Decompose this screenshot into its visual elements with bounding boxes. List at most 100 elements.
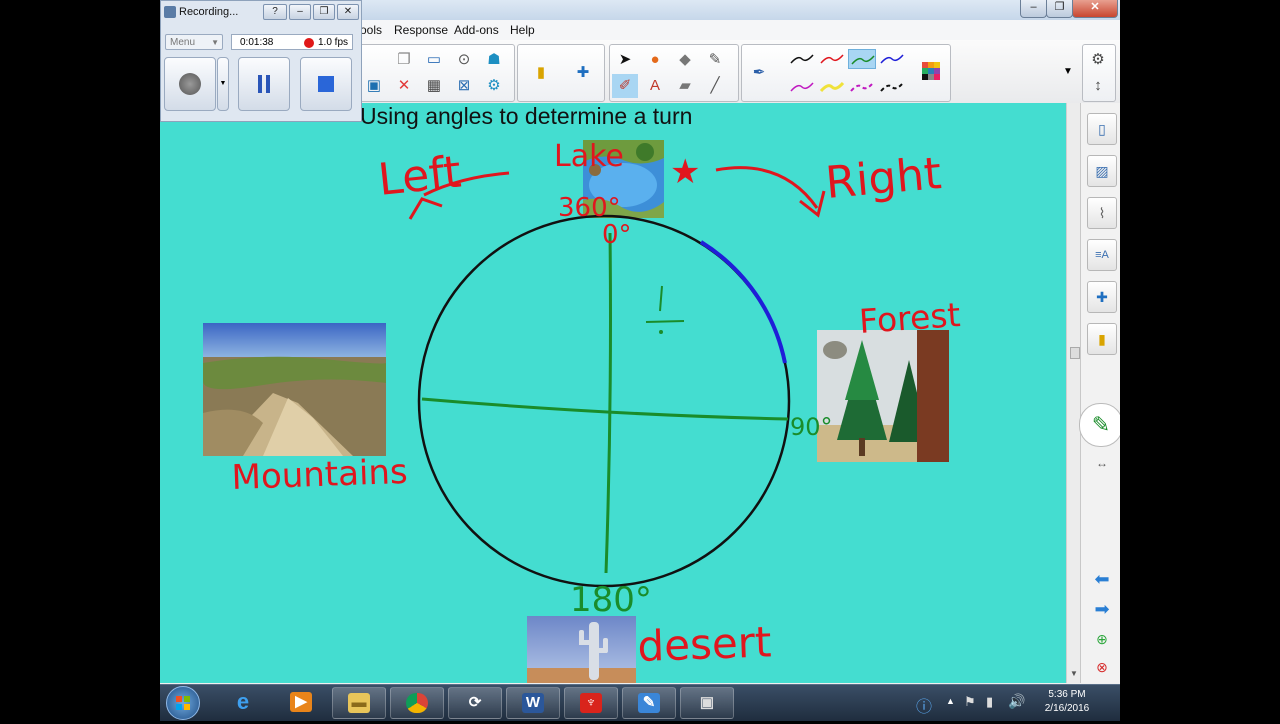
- stop-button[interactable]: [300, 57, 352, 111]
- degree-0-label: 0°: [602, 220, 632, 250]
- start-button[interactable]: [166, 686, 200, 720]
- attachments-tab[interactable]: ⌇: [1087, 197, 1117, 229]
- highlighter-icon[interactable]: ▰: [672, 74, 698, 98]
- recorder-minimize-button[interactable]: –: [289, 4, 311, 20]
- volume-icon[interactable]: 🔊: [1008, 693, 1025, 710]
- chevron-down-icon: ▼: [211, 38, 219, 47]
- page-sorter-tab[interactable]: ▯: [1087, 113, 1117, 145]
- addons-tab[interactable]: ✚: [1087, 281, 1117, 313]
- pen-tray-icon[interactable]: ✎: [1079, 403, 1120, 447]
- paste-icon[interactable]: ❐: [391, 48, 417, 72]
- side-tab-panel: ▯ ▨ ⌇ ≡A ✚ ▮ ✎ ↔ ⬅ ➡ ⊕ ⊗: [1079, 103, 1120, 683]
- toolbar-group-settings: ⚙ ↕: [1082, 44, 1116, 102]
- shapes-icon[interactable]: ●: [642, 48, 668, 72]
- pens-icon[interactable]: ✐: [612, 74, 638, 98]
- scroll-thumb-grip[interactable]: [1070, 347, 1080, 359]
- toolbar-group-addons: ▮ ✚: [517, 44, 605, 102]
- resize-panel-icon[interactable]: ↔: [1089, 453, 1115, 473]
- creative-pen-icon[interactable]: ✒: [746, 61, 772, 85]
- scroll-down-icon[interactable]: ▼: [1070, 669, 1078, 678]
- settings-gear-icon[interactable]: ⚙: [1085, 48, 1111, 72]
- pen-blue[interactable]: [878, 49, 906, 69]
- pen-black-dashed[interactable]: [878, 77, 906, 97]
- gallery-icon[interactable]: ▮: [528, 61, 554, 85]
- capture-icon[interactable]: ⊙: [451, 48, 477, 72]
- pen-green-selected[interactable]: [848, 49, 876, 69]
- recording-dot-icon: [304, 38, 314, 48]
- close-button[interactable]: ✕: [1072, 0, 1118, 18]
- notebook-file-taskbar-button[interactable]: ✎: [622, 687, 676, 719]
- delete-icon[interactable]: ✕: [391, 74, 417, 98]
- line-icon[interactable]: ╱: [702, 74, 728, 98]
- recorder-fps: 1.0 fps: [318, 37, 349, 48]
- vertical-scrollbar[interactable]: ▼: [1066, 103, 1081, 683]
- network-icon[interactable]: ▮: [986, 694, 993, 710]
- file-explorer-taskbar-button[interactable]: ▬: [332, 687, 386, 719]
- text-icon[interactable]: A: [642, 74, 668, 98]
- maximize-button[interactable]: ❐: [1046, 0, 1073, 18]
- properties-tab[interactable]: ≡A: [1087, 239, 1117, 271]
- screen-shade-icon[interactable]: ▭: [421, 48, 447, 72]
- menu-help[interactable]: Help: [510, 23, 535, 37]
- recorder-taskbar-button[interactable]: ▣: [680, 687, 734, 719]
- media-player-icon[interactable]: ▶: [284, 687, 318, 719]
- acrobat-taskbar-button[interactable]: ♆: [564, 687, 618, 719]
- toolbar-group-page: ❐ ▭ ⊙ ☗ ▣ ✕ ▦ ⊠ ⚙: [358, 44, 515, 102]
- pen-yellow-highlighter[interactable]: [818, 77, 846, 97]
- whiteboard-canvas[interactable]: Using angles to determine a turn Left Ri…: [160, 103, 1066, 683]
- fill-icon[interactable]: ✎: [702, 48, 728, 72]
- move-toolbar-icon[interactable]: ↕: [1085, 74, 1111, 98]
- pen-magenta[interactable]: [788, 77, 816, 97]
- recorder-menu-label: Menu: [170, 37, 196, 48]
- delete-page-icon[interactable]: ⊗: [1089, 657, 1115, 677]
- previous-page-icon[interactable]: ⬅: [1089, 569, 1115, 589]
- document-camera-icon[interactable]: ☗: [481, 48, 507, 72]
- camera-icon[interactable]: ⚙: [481, 74, 507, 98]
- right-arrow: [715, 166, 826, 218]
- angle-circle: [417, 214, 791, 588]
- menu-response[interactable]: Response: [394, 23, 448, 37]
- menu-addons[interactable]: Add-ons: [454, 23, 499, 37]
- recorder-help-button[interactable]: ?: [263, 4, 287, 20]
- table-icon[interactable]: ▦: [421, 74, 447, 98]
- recorder-close-button[interactable]: ✕: [337, 4, 359, 20]
- smart-notebook-taskbar-button[interactable]: ⟳: [448, 687, 502, 719]
- pen-red[interactable]: [818, 49, 846, 69]
- eraser-icon[interactable]: ◆: [672, 48, 698, 72]
- next-page-icon[interactable]: ➡: [1089, 599, 1115, 619]
- info-tray-icon[interactable]: ⓘ: [916, 693, 932, 717]
- add-page-icon[interactable]: ⊕: [1089, 629, 1115, 649]
- recorder-menu-dropdown[interactable]: Menu ▼: [165, 34, 223, 50]
- toolbar-dropdown-icon[interactable]: ▼: [1055, 60, 1081, 84]
- toolbar-group-pens: ✒: [741, 44, 951, 102]
- system-clock[interactable]: 5:36 PM 2/16/2016: [1030, 688, 1104, 716]
- gallery-tab[interactable]: ▨: [1087, 155, 1117, 187]
- recorder-elapsed-time: 0:01:38: [240, 37, 274, 48]
- record-options-button[interactable]: ▼: [217, 57, 229, 111]
- degree-360-label: 360°: [558, 193, 621, 223]
- mountains-label: Mountains: [231, 452, 408, 498]
- pen-magenta-dashed[interactable]: [848, 77, 876, 97]
- show-hidden-icons-icon[interactable]: ▲: [946, 696, 955, 706]
- menu-tools[interactable]: ools: [360, 23, 382, 37]
- select-arrow-icon[interactable]: ➤: [612, 48, 638, 72]
- close-page-icon[interactable]: ⊠: [451, 74, 477, 98]
- display-icon[interactable]: ▣: [361, 74, 387, 98]
- minimize-button[interactable]: –: [1020, 0, 1047, 18]
- pen-black[interactable]: [788, 49, 816, 69]
- pause-icon-bar-left: [258, 75, 262, 93]
- lesson-activity-tab[interactable]: ▮: [1087, 323, 1117, 355]
- color-palette-icon[interactable]: [918, 61, 944, 85]
- recorder-restore-button[interactable]: ❐: [313, 4, 335, 20]
- fraction-dot: [659, 330, 663, 334]
- action-center-icon[interactable]: ⚑: [964, 694, 976, 710]
- windows-taskbar: e ▶ ▬ ⟳ W ♆ ✎ ▣ ⓘ ▲ ⚑ ▮ 🔊 5:36 PM 2/16/2…: [160, 684, 1120, 721]
- recorder-status-field: 0:01:38 1.0 fps: [231, 34, 353, 50]
- word-taskbar-button[interactable]: W: [506, 687, 560, 719]
- record-button[interactable]: [164, 57, 216, 111]
- internet-explorer-icon[interactable]: e: [226, 687, 260, 719]
- pause-button[interactable]: [238, 57, 290, 111]
- fraction-bar: [645, 320, 685, 323]
- addon-puzzle-icon[interactable]: ✚: [570, 61, 596, 85]
- chrome-taskbar-button[interactable]: [390, 687, 444, 719]
